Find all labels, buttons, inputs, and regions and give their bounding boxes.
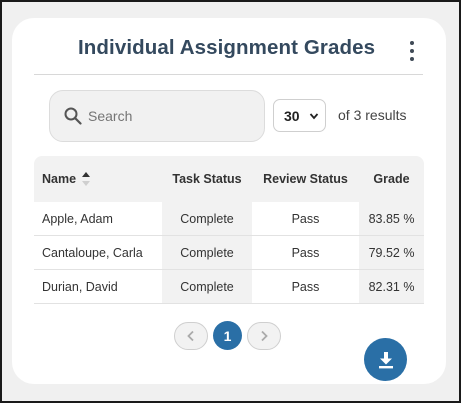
- kebab-menu-icon[interactable]: [406, 41, 418, 61]
- next-page-button[interactable]: [247, 321, 281, 350]
- sort-ascending-icon[interactable]: [81, 171, 91, 187]
- cell-task-status: Complete: [162, 202, 252, 235]
- download-button[interactable]: [364, 338, 407, 381]
- grades-card: Individual Assignment Grades 30 of 3 res…: [12, 18, 446, 384]
- search-box[interactable]: [49, 90, 265, 142]
- page-button-current[interactable]: 1: [213, 321, 242, 350]
- column-header-review-status[interactable]: Review Status: [252, 156, 359, 202]
- grades-table: Name Task Status Review Status Grade App…: [34, 156, 424, 304]
- cell-task-status: Complete: [162, 236, 252, 269]
- cell-name: Cantaloupe, Carla: [42, 245, 143, 260]
- chevron-down-icon: [309, 113, 319, 120]
- cell-name: Apple, Adam: [42, 211, 113, 226]
- chevron-left-icon: [187, 330, 194, 341]
- cell-grade: 82.31 %: [359, 270, 424, 303]
- cell-grade: 79.52 %: [359, 236, 424, 269]
- prev-page-button[interactable]: [174, 321, 208, 350]
- column-header-grade[interactable]: Grade: [359, 156, 424, 202]
- window-frame: Individual Assignment Grades 30 of 3 res…: [0, 0, 461, 403]
- search-icon: [64, 107, 82, 125]
- per-page-select[interactable]: 30: [273, 99, 326, 132]
- card-title: Individual Assignment Grades: [78, 36, 376, 59]
- download-icon: [378, 351, 393, 368]
- column-header-name[interactable]: Name: [34, 156, 162, 202]
- pagination: 1: [174, 321, 281, 350]
- search-input[interactable]: [88, 108, 248, 124]
- per-page-value: 30: [284, 107, 300, 124]
- table-row: Apple, Adam Complete Pass 83.85 %: [34, 202, 424, 236]
- table-row: Durian, David Complete Pass 82.31 %: [34, 270, 424, 304]
- column-header-task-status[interactable]: Task Status: [162, 156, 252, 202]
- table-header: Name Task Status Review Status Grade: [34, 156, 424, 202]
- table-row: Cantaloupe, Carla Complete Pass 79.52 %: [34, 236, 424, 270]
- cell-name: Durian, David: [42, 279, 118, 294]
- cell-review-status: Pass: [291, 245, 320, 260]
- cell-grade: 83.85 %: [359, 202, 424, 235]
- results-count: of 3 results: [338, 107, 407, 123]
- cell-review-status: Pass: [291, 279, 320, 294]
- cell-task-status: Complete: [162, 270, 252, 303]
- chevron-right-icon: [261, 330, 268, 341]
- cell-review-status: Pass: [291, 211, 320, 226]
- title-divider: [34, 74, 423, 75]
